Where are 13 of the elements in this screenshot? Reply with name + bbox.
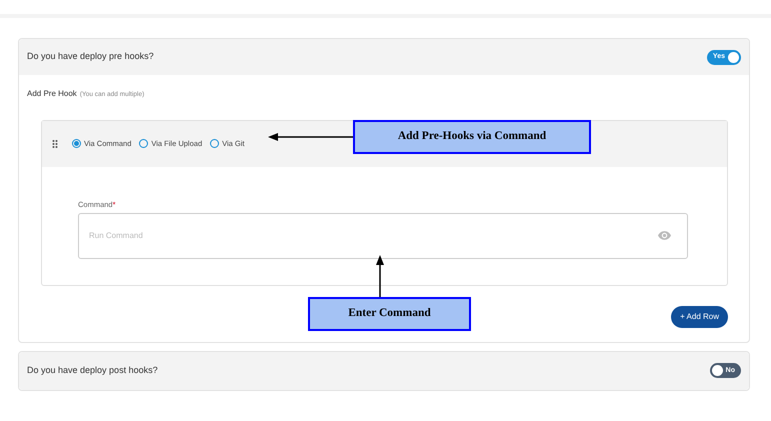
section-question: Do you have deploy post hooks? [27, 364, 158, 377]
drag-handle-icon[interactable] [52, 140, 58, 148]
section-title: Add Pre Hook [27, 89, 77, 98]
callout-box: Add Pre-Hooks via Command [353, 120, 591, 154]
add-row-button[interactable]: + Add Row [671, 306, 728, 328]
radio-button[interactable] [210, 139, 220, 148]
arrow [376, 255, 384, 297]
radio-button[interactable] [139, 139, 148, 148]
section-question: Do you have deploy pre hooks? [27, 50, 154, 64]
radio-button[interactable] [72, 139, 81, 148]
eye-icon[interactable] [658, 230, 671, 240]
command-field[interactable]: Run Command [78, 212, 688, 259]
callout-box: Enter Command [308, 297, 471, 331]
